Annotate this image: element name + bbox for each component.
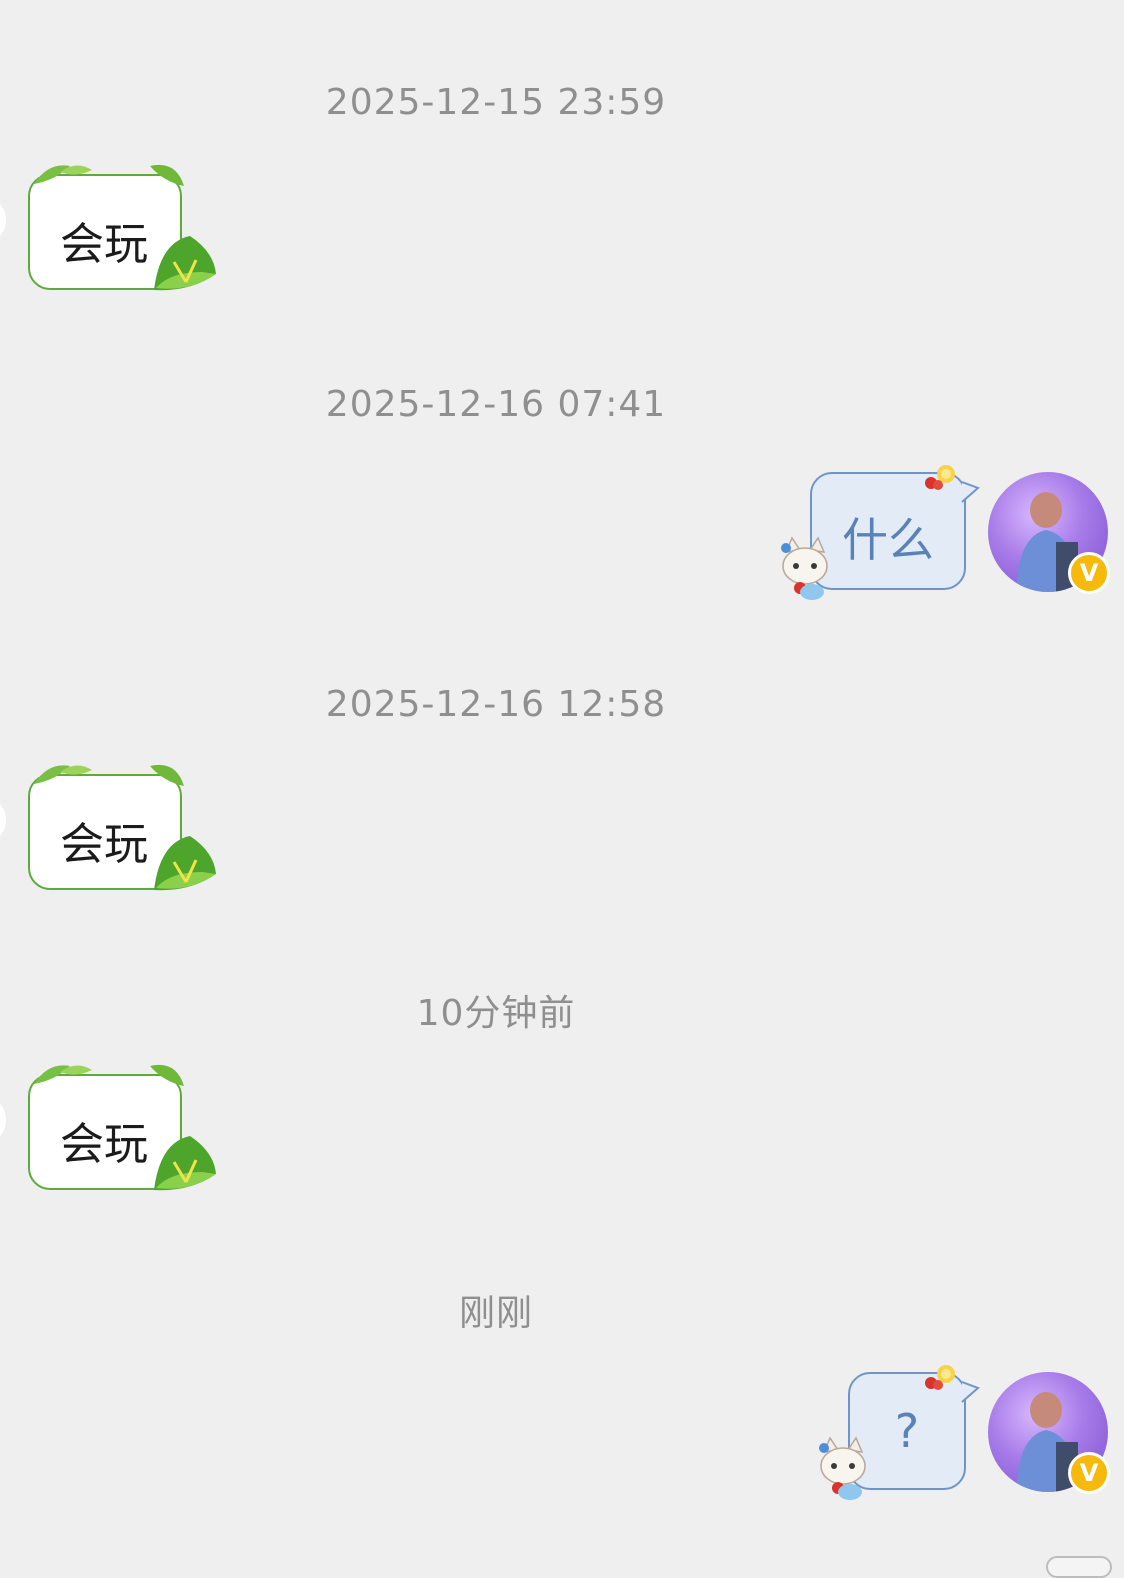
message-text: 会玩 — [60, 819, 148, 870]
message-timestamp: 2025-12-16 12:58 — [325, 684, 667, 725]
other-avatar[interactable] — [0, 800, 6, 840]
message-text: 什么 — [842, 513, 934, 567]
bamboo-leaf-icon — [34, 164, 184, 186]
message-timestamp: 2025-12-15 23:59 — [325, 82, 667, 123]
message-timestamp: 2025-12-16 07:41 — [325, 384, 667, 425]
cat-sticker-icon — [819, 1436, 866, 1500]
message-timestamp: 刚刚 — [458, 1293, 533, 1334]
verified-badge-icon: V — [1068, 552, 1110, 594]
other-avatar[interactable] — [0, 1100, 6, 1140]
cat-sticker-icon — [781, 536, 828, 600]
bamboo-leaf-icon — [34, 1064, 184, 1086]
zongzi-icon — [154, 236, 216, 291]
fruit-icon — [925, 465, 955, 490]
fruit-icon — [925, 1365, 955, 1390]
zongzi-icon — [154, 836, 216, 891]
message-text: 会玩 — [60, 1119, 148, 1170]
message-text: 会玩 — [60, 219, 148, 270]
verified-badge-icon: V — [1068, 1452, 1110, 1494]
zongzi-icon — [154, 1136, 216, 1191]
message-timestamp: 10分钟前 — [416, 993, 576, 1034]
bamboo-leaf-icon — [34, 764, 184, 786]
scroll-indicator[interactable] — [1046, 1556, 1112, 1578]
other-avatar[interactable] — [0, 200, 6, 240]
